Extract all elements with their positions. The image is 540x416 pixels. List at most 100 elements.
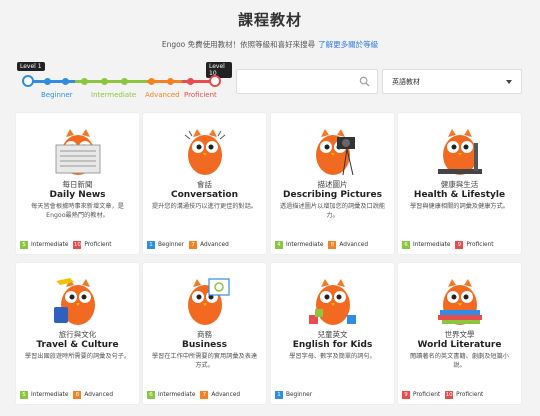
newspaper-owl-icon xyxy=(55,129,101,175)
page-title: 課程教材 xyxy=(237,11,302,29)
category-select-value: 英語教材 xyxy=(392,78,420,86)
category-select[interactable]: 英語教材 xyxy=(382,69,522,94)
level-name: Advanced xyxy=(339,242,369,248)
level-badge: 1 Beginner xyxy=(147,241,189,249)
level-badge: 6 Intermediate xyxy=(147,391,200,399)
level-name: Proficient xyxy=(413,392,441,398)
level-8-dot[interactable] xyxy=(167,78,174,85)
min-level-handle[interactable] xyxy=(22,75,34,87)
subtitle-text: Engoo 免費使用教材！依照等級和喜好來搜尋 xyxy=(161,40,316,49)
level-name: Proficient xyxy=(466,242,494,248)
course-description: 閱讀著名的英文書籍、劇劇及短篇小說。 xyxy=(410,353,509,369)
level-badges: 6 Intermediate 7 Advanced xyxy=(147,391,245,399)
level-number: 5 xyxy=(20,391,28,399)
kids-owl-icon xyxy=(309,279,356,325)
level-name: Advanced xyxy=(200,242,229,248)
talking-owl-icon xyxy=(184,129,226,175)
level-9-dot[interactable] xyxy=(187,78,194,85)
level-badge: 5 Intermediate xyxy=(20,391,73,399)
course-description: 學習與健康相關的詞彙及健康方式。 xyxy=(410,203,509,210)
camera-owl-icon xyxy=(316,129,355,176)
search-icon[interactable] xyxy=(359,76,370,87)
level-badges: 6 Intermediate 9 Proficient xyxy=(402,241,499,249)
level-badges: 9 Proficient 10 Proficient xyxy=(402,391,488,399)
course-card[interactable]: 商務 Business 學習在工作中所需要的實用詞彙及表達方式。 6 Intermedi… xyxy=(143,263,266,404)
course-card[interactable]: 每日新聞 Daily News 每天皆會根據時事來新增文章，是Engoo最熱門的教材… xyxy=(16,113,139,254)
level-number: 1 xyxy=(147,241,155,249)
course-title-zh: 世界文學 xyxy=(444,330,475,339)
level-5-dot[interactable] xyxy=(101,78,108,85)
level-name: Intermediate xyxy=(286,242,324,248)
level-4-dot[interactable] xyxy=(81,78,88,85)
level-name: Beginner xyxy=(158,242,185,248)
max-level-handle[interactable] xyxy=(209,75,221,87)
level-name: Proficient xyxy=(84,242,112,248)
level-number: 6 xyxy=(147,391,155,399)
level-6-dot[interactable] xyxy=(121,78,128,85)
level-badge: 4 Intermediate xyxy=(275,241,328,249)
search-input[interactable] xyxy=(236,69,378,94)
course-card[interactable]: 會話 Conversation 提升您的溝通技巧以進行更佳的對話。 1 Beginner… xyxy=(143,113,266,254)
chevron-down-icon xyxy=(506,80,512,84)
beginner-label: Beginner xyxy=(41,91,73,99)
course-description: 學習出國旅遊時所需要的詞彙及句子。 xyxy=(24,353,131,360)
min-level-tag: Level 1 xyxy=(17,62,45,71)
level-range-slider[interactable]: Level 1 Level 10 Beginner Intermediate A… xyxy=(17,58,232,108)
level-badge: 10 Proficient xyxy=(445,391,488,399)
level-badge: 8 Advanced xyxy=(328,241,373,249)
level-3-dot[interactable] xyxy=(62,78,69,85)
page-subtitle: Engoo 免費使用教材！依照等級和喜好來搜尋 了解更多關於等級 xyxy=(0,39,540,50)
level-badge: 7 Advanced xyxy=(200,391,245,399)
course-title-en: Conversation xyxy=(170,190,238,200)
course-title-zh: 會話 xyxy=(197,180,212,189)
course-description: 每天皆會根據時事來新增文章，是Engoo最熱門的教材。 xyxy=(31,203,124,219)
level-badge: 1 Beginner xyxy=(275,391,317,399)
course-title-zh: 旅行與文化 xyxy=(58,330,97,339)
course-card[interactable]: 健康與生活 Health & Lifestyle 學習與健康相關的詞彙及健康方式。 6… xyxy=(398,113,521,254)
level-number: 7 xyxy=(200,391,209,399)
course-card[interactable]: 旅行與文化 Travel & Culture 學習出國旅遊時所需要的詞彙及句子。 5 I… xyxy=(16,263,139,404)
course-title-en: World Literature xyxy=(417,340,502,350)
course-title-en: Daily News xyxy=(49,190,106,200)
level-number: 5 xyxy=(20,241,28,249)
level-badges: 1 Beginner xyxy=(275,391,317,399)
level-badge: 9 Proficient xyxy=(455,241,498,249)
course-title-zh: 描述圖片 xyxy=(317,180,348,189)
course-title-zh: 商務 xyxy=(197,330,212,339)
course-title-en: English for Kids xyxy=(292,340,373,350)
course-title-zh: 健康與生活 xyxy=(440,180,479,189)
level-name: Intermediate xyxy=(413,242,451,248)
level-2-dot[interactable] xyxy=(44,78,51,85)
level-badge: 6 Intermediate xyxy=(402,241,455,249)
course-title-en: Travel & Culture xyxy=(36,340,119,350)
level-badges: 1 Beginner 7 Advanced xyxy=(147,241,234,249)
course-description: 透過描述圖片以增加您的詞彙及口說能力。 xyxy=(279,203,386,219)
books-owl-icon xyxy=(438,279,482,325)
level-number: 9 xyxy=(402,391,410,399)
level-name: Proficient xyxy=(456,392,484,398)
course-card[interactable]: 兒童英文 English for Kids 學習字母、數字及簡單的詞句。 1 Begin… xyxy=(271,263,394,404)
level-badges: 4 Intermediate 8 Advanced xyxy=(275,241,373,249)
course-description: 學習字母、數字及簡單的詞句。 xyxy=(289,353,376,360)
level-badge: 5 Intermediate xyxy=(20,241,73,249)
level-number: 6 xyxy=(402,241,410,249)
advanced-label: Advanced xyxy=(145,91,180,99)
course-description: 學習在工作中所需要的實用詞彙及表達方式。 xyxy=(151,353,258,369)
level-name: Advanced xyxy=(211,392,241,398)
level-number: 10 xyxy=(445,391,454,399)
learn-levels-link[interactable]: 了解更多關於等級 xyxy=(318,40,378,49)
course-title-en: Describing Pictures xyxy=(283,190,382,200)
level-name: Intermediate xyxy=(31,392,69,398)
treadmill-owl-icon xyxy=(438,129,482,175)
course-card[interactable]: 描述圖片 Describing Pictures 透過描述圖片以增加您的詞彙及口說能… xyxy=(271,113,394,254)
level-number: 8 xyxy=(328,241,337,249)
presentation-owl-icon xyxy=(188,278,230,325)
level-7-dot[interactable] xyxy=(148,78,155,85)
level-badges: 5 Intermediate 8 Advanced xyxy=(20,391,118,399)
level-badge: 10 Proficient xyxy=(73,241,116,249)
intermediate-label: Intermediate xyxy=(91,91,137,99)
travel-owl-icon xyxy=(54,278,95,325)
level-name: Beginner xyxy=(286,392,313,398)
level-number: 9 xyxy=(455,241,464,249)
course-card[interactable]: 世界文學 World Literature 閱讀著名的英文書籍、劇劇及短篇小說。 9 P… xyxy=(398,263,521,404)
